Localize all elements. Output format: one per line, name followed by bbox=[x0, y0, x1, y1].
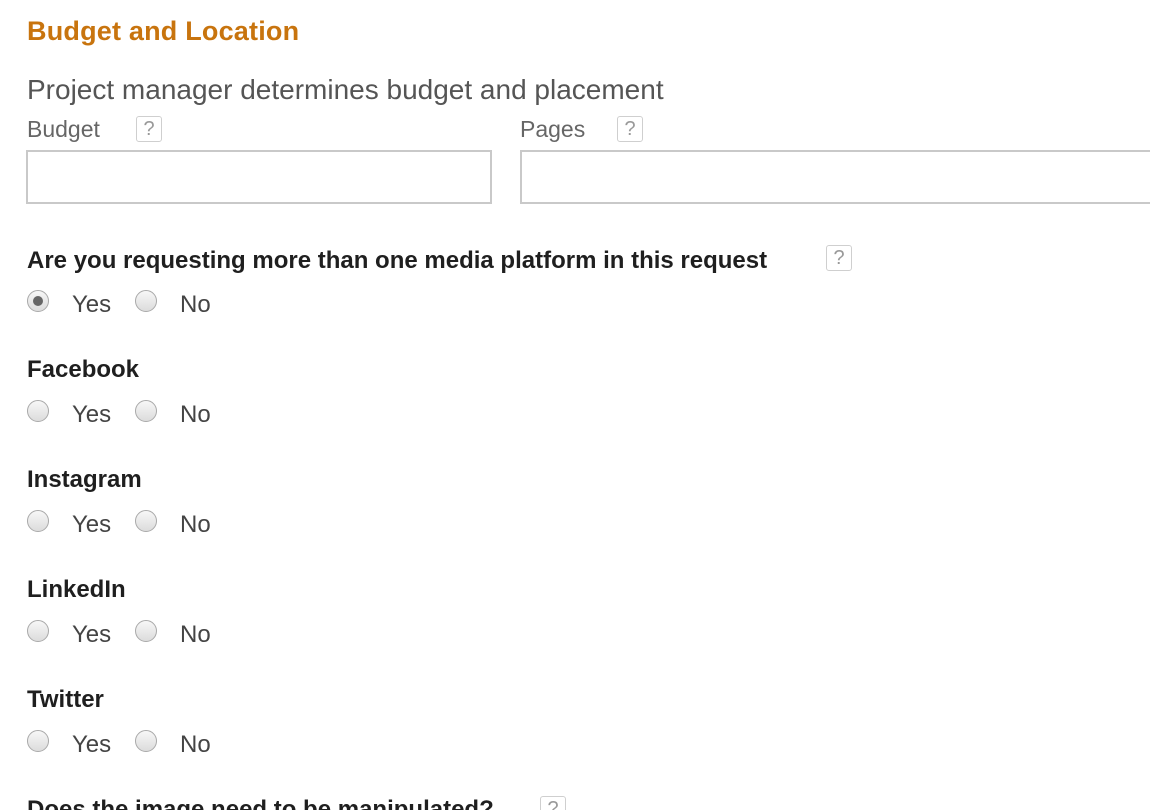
facebook-question: Facebook bbox=[27, 356, 140, 383]
instagram-question: Instagram bbox=[27, 466, 142, 493]
pages-help-icon[interactable]: ? bbox=[617, 116, 643, 142]
multi-platform-yes-label[interactable]: Yes bbox=[72, 291, 111, 319]
instagram-yes-label[interactable]: Yes bbox=[72, 511, 111, 539]
facebook-no-label[interactable]: No bbox=[180, 401, 211, 429]
linkedin-no-radio[interactable] bbox=[135, 620, 157, 642]
instagram-no-label[interactable]: No bbox=[180, 511, 211, 539]
multi-platform-no-radio[interactable] bbox=[135, 290, 157, 312]
linkedin-yes-label[interactable]: Yes bbox=[72, 621, 111, 649]
linkedin-question: LinkedIn bbox=[27, 576, 126, 603]
linkedin-yes-radio[interactable] bbox=[27, 620, 49, 642]
twitter-yes-radio[interactable] bbox=[27, 730, 49, 752]
pages-input[interactable] bbox=[520, 150, 1150, 204]
image-manipulation-help-icon[interactable]: ? bbox=[540, 796, 566, 810]
linkedin-no-label[interactable]: No bbox=[180, 621, 211, 649]
facebook-yes-label[interactable]: Yes bbox=[72, 401, 111, 429]
budget-location-form: Budget and Location Project manager dete… bbox=[0, 0, 1150, 810]
facebook-no-radio[interactable] bbox=[135, 400, 157, 422]
budget-input[interactable] bbox=[26, 150, 492, 204]
multi-platform-yes-radio[interactable] bbox=[27, 290, 49, 312]
instagram-yes-radio[interactable] bbox=[27, 510, 49, 532]
multi-platform-help-icon[interactable]: ? bbox=[826, 245, 852, 271]
budget-help-icon[interactable]: ? bbox=[136, 116, 162, 142]
twitter-yes-label[interactable]: Yes bbox=[72, 731, 111, 759]
twitter-no-radio[interactable] bbox=[135, 730, 157, 752]
multi-platform-no-label[interactable]: No bbox=[180, 291, 211, 319]
image-manipulation-question: Does the image need to be manipulated? bbox=[27, 796, 494, 810]
facebook-yes-radio[interactable] bbox=[27, 400, 49, 422]
instagram-no-radio[interactable] bbox=[135, 510, 157, 532]
budget-label: Budget bbox=[27, 116, 100, 142]
section-title: Budget and Location bbox=[27, 16, 300, 46]
twitter-no-label[interactable]: No bbox=[180, 731, 211, 759]
section-subtitle: Project manager determines budget and pl… bbox=[27, 74, 664, 105]
pages-label: Pages bbox=[520, 116, 586, 142]
twitter-question: Twitter bbox=[27, 686, 104, 713]
multi-platform-question: Are you requesting more than one media p… bbox=[27, 247, 768, 274]
